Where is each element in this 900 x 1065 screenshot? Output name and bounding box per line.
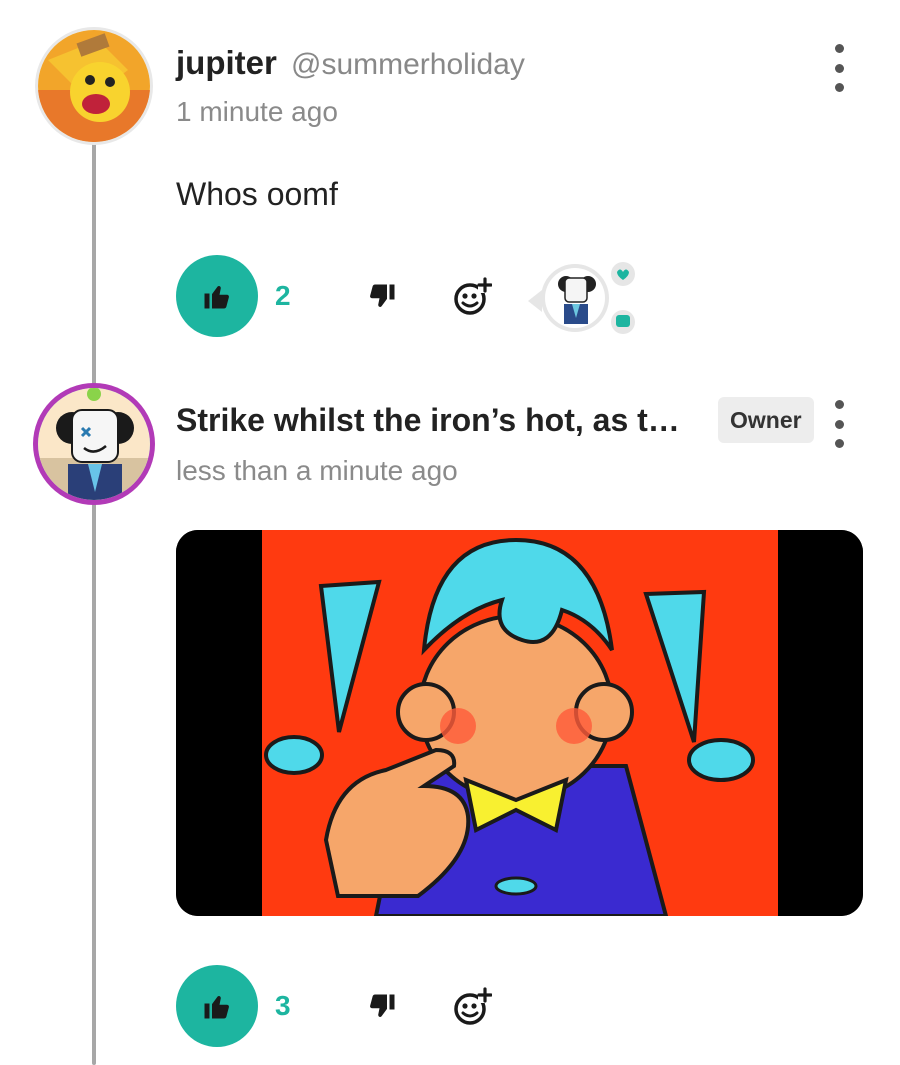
add-reaction-button[interactable]	[450, 985, 494, 1029]
like-button[interactable]	[176, 965, 258, 1047]
comment-handle[interactable]: @summerholiday	[291, 48, 525, 82]
like-count: 2	[275, 280, 291, 311]
avatar-jupiter[interactable]	[38, 30, 150, 142]
owner-badge: Owner	[718, 397, 814, 443]
comment-thread: jupiter @summerholiday 1 minute ago Whos…	[0, 0, 900, 1065]
comment-username[interactable]: jupiter	[176, 44, 277, 82]
add-reaction-button[interactable]	[450, 275, 494, 319]
reaction-preview[interactable]	[528, 262, 640, 340]
comment-timestamp: 1 minute ago	[176, 96, 338, 127]
dislike-button[interactable]	[360, 275, 404, 319]
thumbs-down-icon	[370, 284, 395, 307]
thread-line	[92, 140, 96, 1065]
thumbs-up-icon	[204, 996, 229, 1019]
more-options-button[interactable]	[828, 44, 850, 92]
add-reaction-icon	[454, 277, 492, 315]
thumbs-up-icon	[204, 286, 229, 309]
dislike-button[interactable]	[360, 985, 404, 1029]
more-options-button[interactable]	[828, 400, 850, 448]
avatar-owner[interactable]	[38, 388, 150, 500]
comment-media-image[interactable]	[176, 530, 863, 916]
comment-body: Whos oomf	[176, 176, 338, 212]
add-reaction-icon	[454, 987, 492, 1025]
thumbs-down-icon	[370, 994, 395, 1017]
comment-timestamp: less than a minute ago	[176, 455, 458, 486]
like-button[interactable]	[176, 255, 258, 337]
more-vertical-icon	[834, 44, 844, 53]
comment-username[interactable]: Strike whilst the iron’s hot, as they sa…	[176, 402, 691, 439]
like-count: 3	[275, 990, 291, 1021]
more-vertical-icon	[834, 400, 844, 409]
